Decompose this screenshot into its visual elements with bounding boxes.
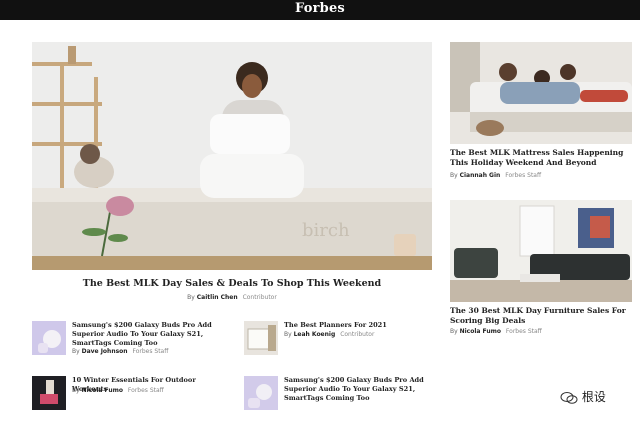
- story-4-thumbnail-art: [244, 376, 278, 410]
- watermark-text: 根设: [581, 390, 606, 404]
- hero-author-link[interactable]: Caitlin Chen: [197, 294, 238, 301]
- story-1-headline[interactable]: Samsung's $200 Galaxy Buds Pro Add Super…: [72, 321, 232, 348]
- byline-prefix: By: [284, 331, 292, 338]
- side-story-1-image[interactable]: [450, 42, 632, 144]
- story-2-headline[interactable]: The Best Planners For 2021: [284, 321, 434, 330]
- byline-prefix: By: [72, 387, 80, 394]
- wechat-watermark: 根设: [560, 388, 606, 405]
- story-1-author-role: Forbes Staff: [132, 348, 169, 355]
- byline-prefix: By: [450, 172, 458, 179]
- side-story-1-headline[interactable]: The Best MLK Mattress Sales Happening Th…: [450, 148, 634, 168]
- story-3-author-link[interactable]: Nicola Fumo: [82, 387, 123, 394]
- story-1-byline: By Dave Johnson Forbes Staff: [72, 348, 168, 355]
- story-1-thumbnail-art: [32, 321, 66, 355]
- hero-headline[interactable]: The Best MLK Day Sales & Deals To Shop T…: [32, 278, 432, 289]
- byline-prefix: By: [187, 294, 195, 301]
- forbes-logo[interactable]: Forbes: [0, 1, 640, 16]
- side-story-2-headline[interactable]: The 30 Best MLK Day Furniture Sales For …: [450, 306, 634, 326]
- story-4-thumbnail[interactable]: [244, 376, 278, 410]
- hero-image-art: birch: [32, 42, 432, 270]
- story-2-author-link[interactable]: Leah Koenig: [294, 331, 336, 338]
- side-story-1-art: [450, 42, 632, 144]
- story-2-thumbnail[interactable]: [244, 321, 278, 355]
- side-story-2-byline: By Nicola Fumo Forbes Staff: [450, 328, 542, 335]
- side-story-2-author-link[interactable]: Nicola Fumo: [460, 328, 501, 335]
- hero-image[interactable]: birch: [32, 42, 432, 270]
- byline-prefix: By: [72, 348, 80, 355]
- story-2-byline: By Leah Koenig Contributor: [284, 331, 374, 338]
- story-1-thumbnail[interactable]: [32, 321, 66, 355]
- hero-author-role: Contributor: [242, 294, 277, 301]
- byline-prefix: By: [450, 328, 458, 335]
- story-3-thumbnail[interactable]: [32, 376, 66, 410]
- side-story-2-author-role: Forbes Staff: [505, 328, 542, 335]
- story-3-author-role: Forbes Staff: [127, 387, 164, 394]
- side-story-2-art: [450, 200, 632, 302]
- story-3-byline: By Nicola Fumo Forbes Staff: [72, 387, 164, 394]
- side-story-1-author-link[interactable]: Ciannah Gin: [460, 172, 501, 179]
- story-2-author-role: Contributor: [340, 331, 375, 338]
- mattress-brand-text: birch: [302, 220, 350, 241]
- story-4-headline[interactable]: Samsung's $200 Galaxy Buds Pro Add Super…: [284, 376, 434, 403]
- top-nav-bar: Forbes: [0, 0, 640, 20]
- side-story-1-byline: By Ciannah Gin Forbes Staff: [450, 172, 541, 179]
- wechat-icon: [560, 391, 578, 404]
- story-2-thumbnail-art: [244, 321, 278, 355]
- hero-byline: By Caitlin Chen Contributor: [32, 294, 432, 301]
- story-3-thumbnail-art: [32, 376, 66, 410]
- side-story-2-image[interactable]: [450, 200, 632, 302]
- side-story-1-author-role: Forbes Staff: [505, 172, 542, 179]
- story-1-author-link[interactable]: Dave Johnson: [82, 348, 128, 355]
